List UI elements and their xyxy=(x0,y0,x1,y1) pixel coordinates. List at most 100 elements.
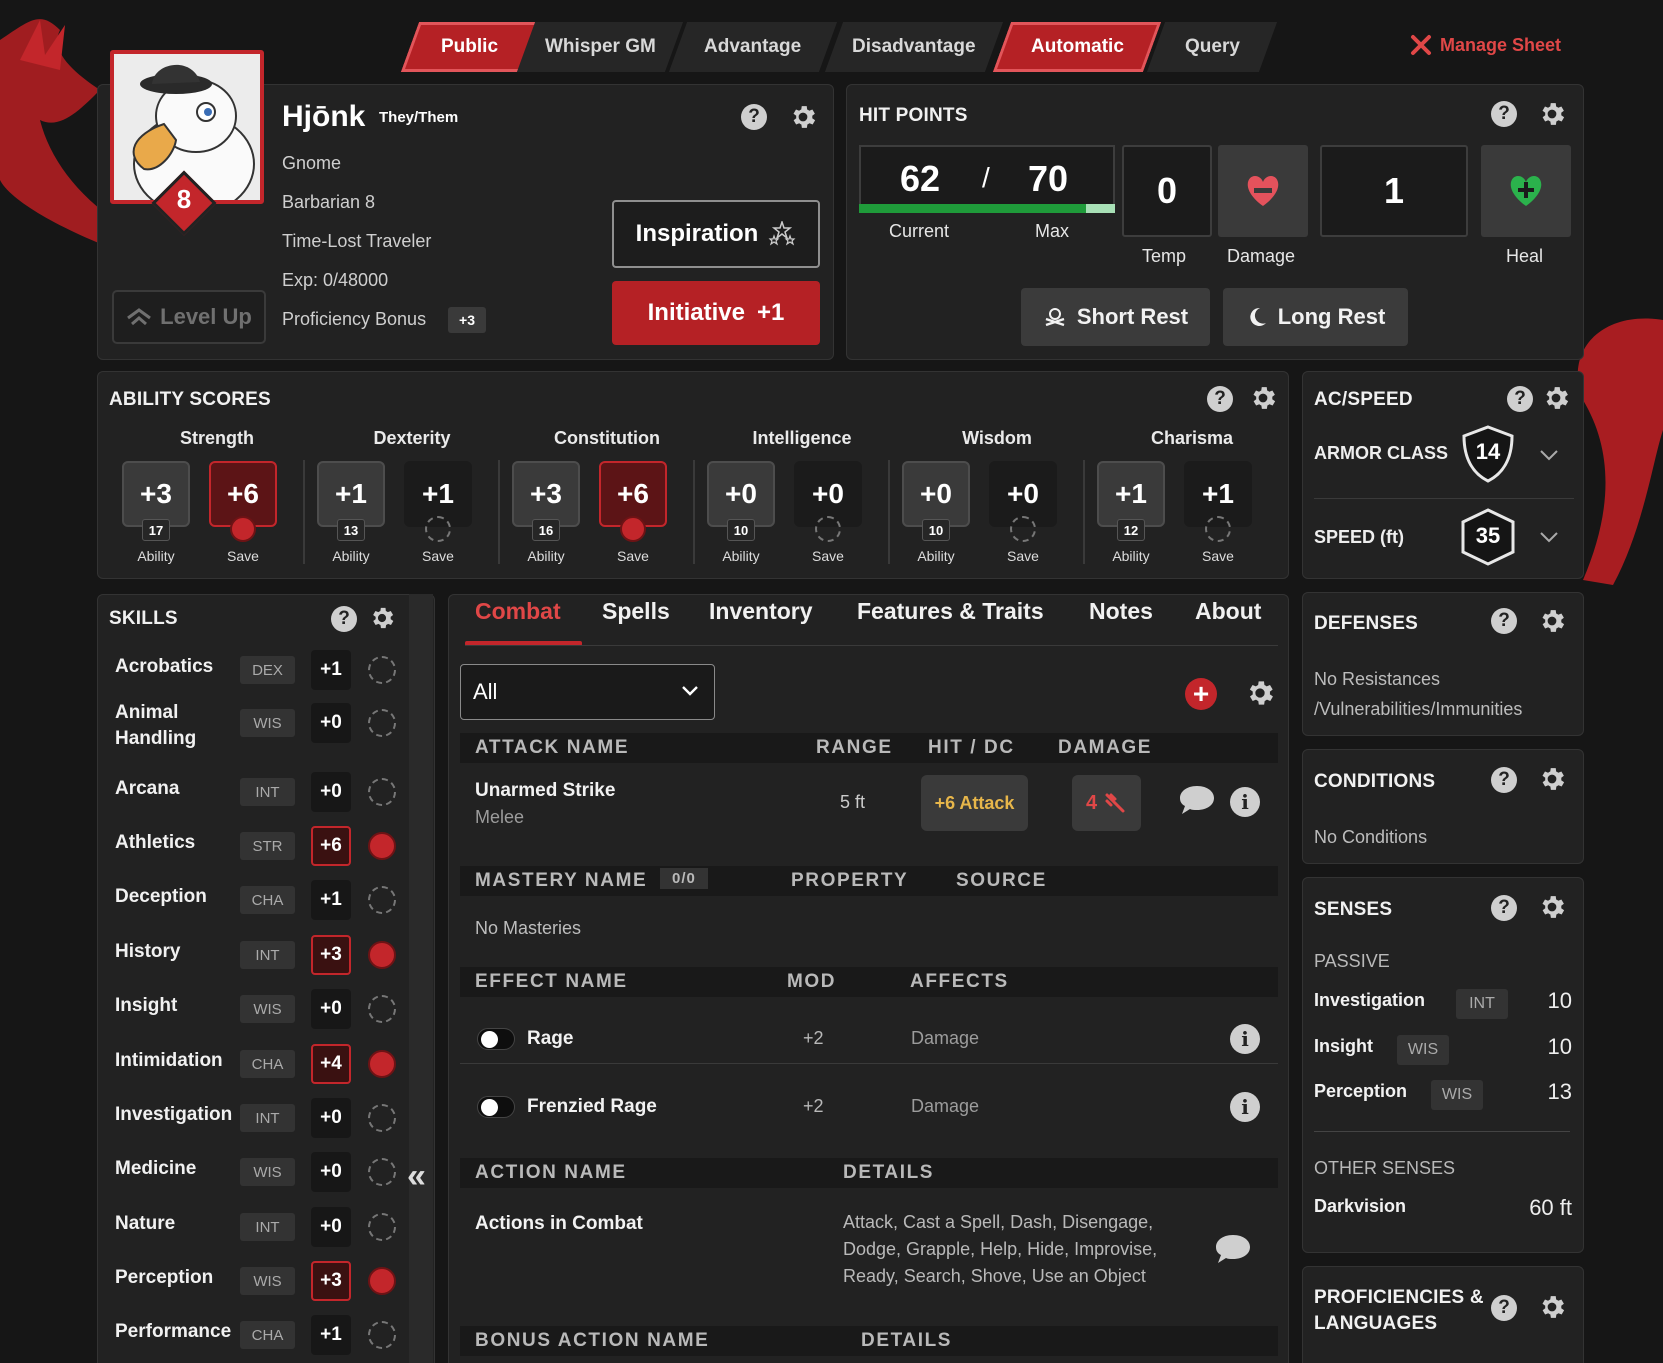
ability-mod-constitution[interactable]: +3 xyxy=(512,461,580,527)
skills-help-icon[interactable]: ? xyxy=(331,606,357,632)
skill-modifier[interactable]: +1 xyxy=(311,650,351,690)
add-attack-button[interactable]: + xyxy=(1185,678,1217,710)
ability-gear-icon[interactable] xyxy=(1248,383,1278,413)
toggle-query[interactable]: Query xyxy=(1146,22,1278,72)
tab-about[interactable]: About xyxy=(1195,598,1261,625)
skill-modifier[interactable]: +4 xyxy=(311,1044,351,1084)
save-proficiency-dot-intelligence xyxy=(815,516,841,542)
action-name[interactable]: Actions in Combat xyxy=(475,1213,643,1235)
defenses-gear-icon[interactable] xyxy=(1537,606,1567,636)
skill-modifier[interactable]: +6 xyxy=(311,826,351,866)
attack-roll-button[interactable]: +6 Attack xyxy=(921,775,1028,831)
skill-row[interactable]: History INT +3 xyxy=(115,933,415,979)
skill-modifier[interactable]: +3 xyxy=(311,1261,351,1301)
inspiration-button[interactable]: Inspiration xyxy=(612,200,820,268)
passive-sense-value: 13 xyxy=(1547,1079,1572,1104)
collapse-chevron-icon[interactable]: « xyxy=(407,1157,426,1196)
ability-score-charisma: 12 xyxy=(1117,519,1145,541)
hp-help-icon[interactable]: ? xyxy=(1491,101,1517,127)
ability-name-dexterity: Dexterity xyxy=(373,428,451,448)
effect-toggle[interactable] xyxy=(477,1028,515,1050)
tab-features-traits[interactable]: Features & Traits xyxy=(857,598,1044,625)
ability-mod-strength[interactable]: +3 xyxy=(122,461,190,527)
toggle-automatic[interactable]: Automatic xyxy=(992,22,1162,72)
save-label-wisdom: Save xyxy=(1007,548,1039,564)
senses-gear-icon[interactable] xyxy=(1537,892,1567,922)
character-help-icon[interactable]: ? xyxy=(741,104,767,130)
effect-info-icon[interactable]: i xyxy=(1230,1092,1260,1122)
skill-row[interactable]: Medicine WIS +0 xyxy=(115,1150,415,1196)
toggle-whisper-gm[interactable]: Whisper GM xyxy=(516,22,684,72)
damage-roll-button[interactable]: 4 xyxy=(1072,775,1141,831)
skill-row[interactable]: Insight WIS +0 xyxy=(115,987,415,1033)
effect-toggle[interactable] xyxy=(477,1096,515,1118)
hp-amount-input[interactable]: 1 xyxy=(1320,145,1468,237)
speed-chevron-down-icon[interactable] xyxy=(1538,526,1560,548)
manage-sheet-button[interactable]: Manage Sheet xyxy=(1410,34,1561,56)
skill-modifier[interactable]: +3 xyxy=(311,935,351,975)
skill-row[interactable]: Athletics STR +6 xyxy=(115,824,415,870)
conditions-gear-icon[interactable] xyxy=(1537,764,1567,794)
skills-collapse-handle[interactable] xyxy=(409,594,433,1363)
ac-chevron-down-icon[interactable] xyxy=(1538,444,1560,466)
ability-mod-wisdom[interactable]: +0 xyxy=(902,461,970,527)
skill-row[interactable]: Investigation INT +0 xyxy=(115,1096,415,1142)
skill-modifier[interactable]: +1 xyxy=(311,880,351,920)
proficiencies-gear-icon[interactable] xyxy=(1537,1292,1567,1322)
short-rest-button[interactable]: Short Rest xyxy=(1021,288,1210,346)
toggle-disadvantage[interactable]: Disadvantage xyxy=(824,22,1004,72)
effect-info-icon[interactable]: i xyxy=(1230,1024,1260,1054)
skills-gear-icon[interactable] xyxy=(368,604,396,632)
initiative-button[interactable]: Initiative +1 xyxy=(612,281,820,345)
skill-modifier[interactable]: +0 xyxy=(311,1098,351,1138)
skill-modifier[interactable]: +1 xyxy=(311,1315,351,1355)
combat-filter-select[interactable]: All xyxy=(460,664,715,720)
character-gear-icon[interactable] xyxy=(788,102,818,132)
skill-row[interactable]: Perception WIS +3 xyxy=(115,1259,415,1305)
proficiencies-help-icon[interactable]: ? xyxy=(1491,1295,1517,1321)
tab-spells[interactable]: Spells xyxy=(602,598,670,625)
action-chat-bubble-icon[interactable] xyxy=(1214,1232,1252,1266)
skill-modifier[interactable]: +0 xyxy=(311,989,351,1029)
skill-row[interactable]: Performance CHA +1 xyxy=(115,1313,415,1359)
skill-attribute-badge: STR xyxy=(240,832,295,860)
heal-button[interactable] xyxy=(1481,145,1571,237)
senses-help-icon[interactable]: ? xyxy=(1491,895,1517,921)
ability-mod-charisma[interactable]: +1 xyxy=(1097,461,1165,527)
skill-row[interactable]: Arcana INT +0 xyxy=(115,770,415,816)
ability-mod-intelligence[interactable]: +0 xyxy=(707,461,775,527)
skill-row[interactable]: Intimidation CHA +4 xyxy=(115,1042,415,1088)
skill-row[interactable]: Nature INT +0 xyxy=(115,1205,415,1251)
ac-help-icon[interactable]: ? xyxy=(1507,386,1533,412)
tab-inventory[interactable]: Inventory xyxy=(709,598,813,625)
ability-scores-title: ABILITY SCORES xyxy=(109,389,271,410)
toggle-advantage[interactable]: Advantage xyxy=(668,22,838,72)
skill-modifier[interactable]: +0 xyxy=(311,703,351,743)
combat-gear-icon[interactable] xyxy=(1244,677,1276,709)
hp-gear-icon[interactable] xyxy=(1537,99,1567,129)
damage-button[interactable] xyxy=(1218,145,1308,237)
attack-name[interactable]: Unarmed Strike xyxy=(475,780,615,802)
ability-mod-dexterity[interactable]: +1 xyxy=(317,461,385,527)
tab-notes[interactable]: Notes xyxy=(1089,598,1153,625)
skill-name: Performance xyxy=(115,1321,232,1342)
skill-modifier[interactable]: +0 xyxy=(311,1207,351,1247)
ac-gear-icon[interactable] xyxy=(1541,383,1571,413)
skill-modifier[interactable]: +0 xyxy=(311,772,351,812)
attack-info-icon[interactable]: i xyxy=(1230,787,1260,817)
chat-bubble-icon[interactable] xyxy=(1178,783,1216,817)
skill-row[interactable]: Acrobatics DEX +1 xyxy=(115,648,415,694)
conditions-help-icon[interactable]: ? xyxy=(1491,767,1517,793)
temp-hp-field[interactable]: 0 xyxy=(1122,145,1212,237)
ability-help-icon[interactable]: ? xyxy=(1207,386,1233,412)
skill-row[interactable]: Deception CHA +1 xyxy=(115,878,415,924)
skill-row[interactable]: Animal Handling WIS +0 xyxy=(115,701,415,749)
level-up-button[interactable]: Level Up xyxy=(112,290,266,344)
long-rest-button[interactable]: Long Rest xyxy=(1223,288,1408,346)
save-label-strength: Save xyxy=(227,548,259,564)
skill-modifier[interactable]: +0 xyxy=(311,1152,351,1192)
defenses-help-icon[interactable]: ? xyxy=(1491,608,1517,634)
character-class: Barbarian 8 xyxy=(282,192,376,212)
hp-max-value: 70 xyxy=(1028,158,1069,199)
tab-combat[interactable]: Combat xyxy=(475,598,561,625)
